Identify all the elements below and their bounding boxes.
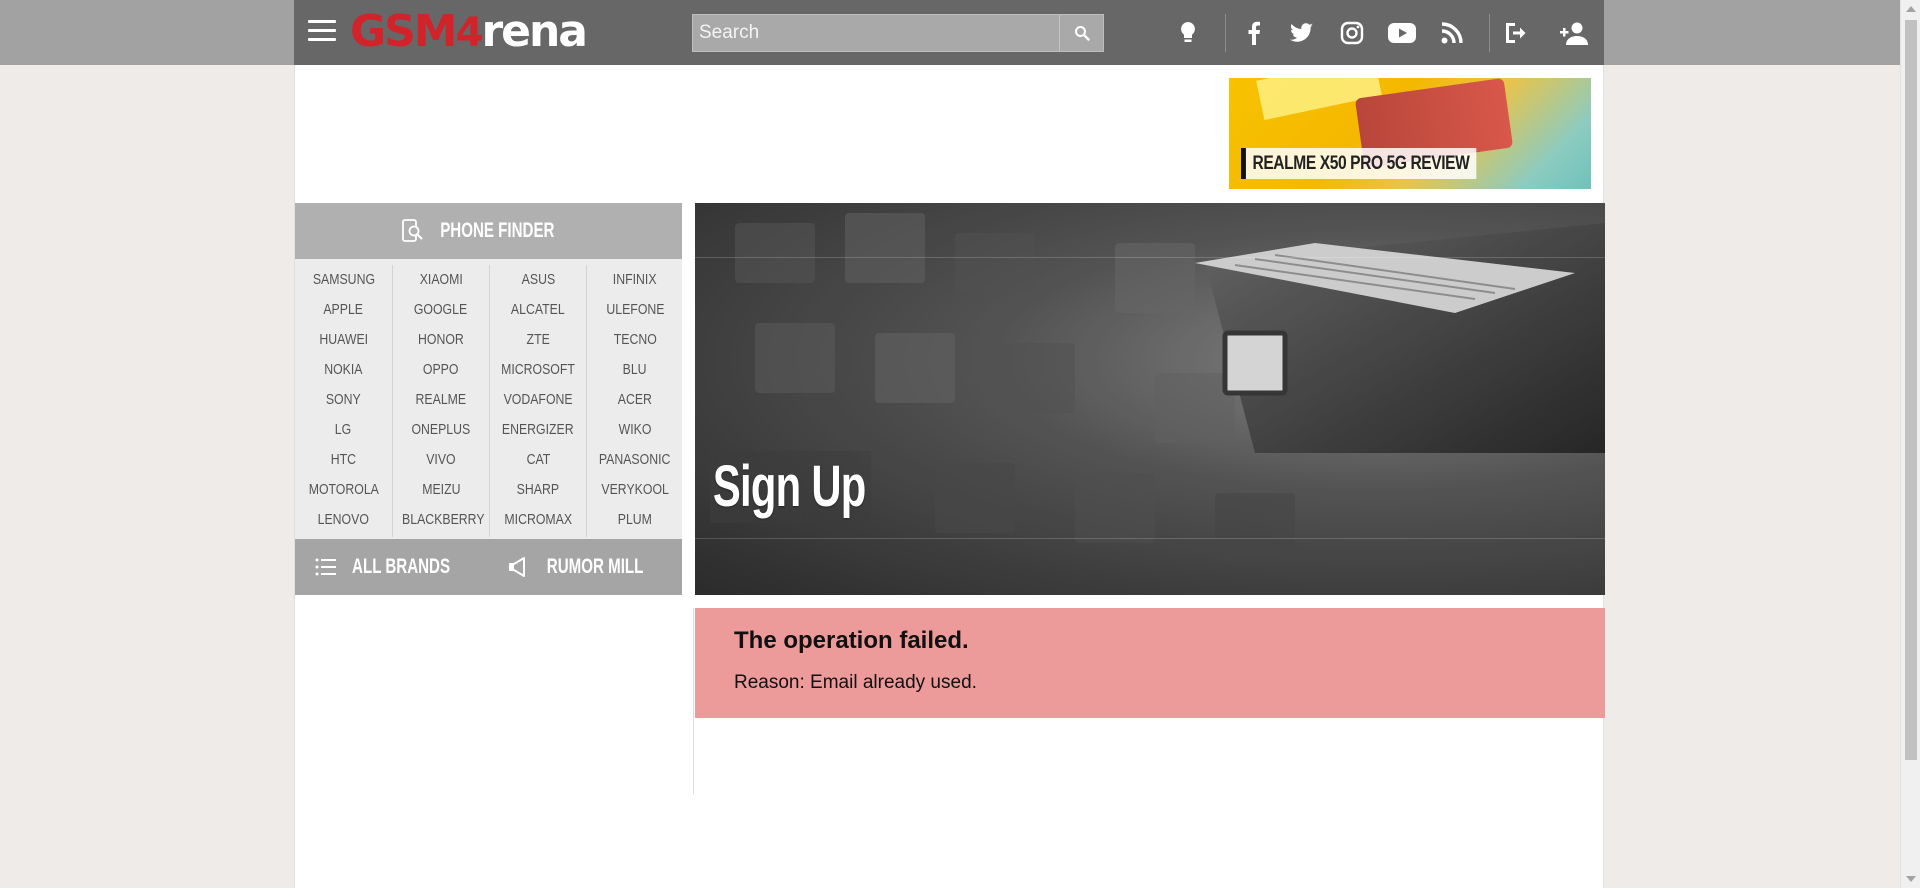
brand-link[interactable]: ONEPLUS <box>393 415 489 445</box>
site-header: GSM 4 rena <box>294 0 1604 65</box>
brand-column: INFINIX ULEFONE TECNO BLU ACER WIKO PANA… <box>586 265 683 537</box>
page-title: Sign Up <box>710 451 872 523</box>
brand-link[interactable]: BLACKBERRY <box>393 505 489 535</box>
brand-column: XIAOMI GOOGLE HONOR OPPO REALME ONEPLUS … <box>392 265 489 537</box>
brand-link[interactable]: ACER <box>587 385 683 415</box>
rss-icon[interactable] <box>1437 18 1467 48</box>
brand-link[interactable]: LG <box>295 415 392 445</box>
brand-link[interactable]: NOKIA <box>295 355 392 385</box>
card-catalog-image <box>695 203 1605 595</box>
hero-rule <box>695 257 1605 258</box>
brand-link[interactable]: SAMSUNG <box>295 265 392 295</box>
list-icon <box>315 558 336 576</box>
brand-link[interactable]: XIAOMI <box>393 265 489 295</box>
brand-link[interactable]: INFINIX <box>587 265 683 295</box>
rumor-mill-label: RUMOR MILL <box>546 555 644 578</box>
site-logo[interactable]: GSM 4 rena <box>350 6 588 57</box>
brand-column: ASUS ALCATEL ZTE MICROSOFT VODAFONE ENER… <box>489 265 586 537</box>
phone-finder-icon <box>402 219 423 242</box>
search-button[interactable] <box>1059 15 1103 51</box>
brand-link[interactable]: ULEFONE <box>587 295 683 325</box>
brand-link[interactable]: MICROMAX <box>490 505 586 535</box>
add-user-icon[interactable] <box>1554 18 1592 48</box>
brand-link[interactable]: VIVO <box>393 445 489 475</box>
brand-link[interactable]: APPLE <box>295 295 392 325</box>
brand-column: SAMSUNG APPLE HUAWEI NOKIA SONY LG HTC M… <box>295 265 392 537</box>
rumor-mill-button[interactable]: RUMOR MILL <box>489 539 683 595</box>
brand-link[interactable]: HTC <box>295 445 392 475</box>
login-icon[interactable] <box>1500 18 1530 48</box>
brand-link[interactable]: VERYKOOL <box>587 475 683 505</box>
search-box <box>692 14 1104 52</box>
ad-label: REALME X50 PRO 5G REVIEW <box>1241 148 1477 179</box>
brand-link[interactable]: ASUS <box>490 265 586 295</box>
sidebar: PHONE FINDER SAMSUNG APPLE HUAWEI NOKIA … <box>295 203 682 595</box>
brand-link[interactable]: MEIZU <box>393 475 489 505</box>
page-scrollbar[interactable] <box>1900 0 1920 888</box>
brand-link[interactable]: HONOR <box>393 325 489 355</box>
hero-banner: Sign Up <box>695 203 1605 595</box>
brand-link[interactable]: SONY <box>295 385 392 415</box>
instagram-icon[interactable] <box>1337 18 1367 48</box>
error-reason: Reason: Email already used. <box>734 672 977 693</box>
brand-link[interactable]: VODAFONE <box>490 385 586 415</box>
youtube-icon[interactable] <box>1387 18 1417 48</box>
scroll-down-icon[interactable] <box>1906 876 1916 882</box>
brand-link[interactable]: MICROSOFT <box>490 355 586 385</box>
hero-rule <box>695 538 1605 539</box>
brand-link[interactable]: TECNO <box>587 325 683 355</box>
brand-link[interactable]: WIKO <box>587 415 683 445</box>
brand-link[interactable]: PLUM <box>587 505 683 535</box>
brand-grid: SAMSUNG APPLE HUAWEI NOKIA SONY LG HTC M… <box>295 259 682 539</box>
logo-four: 4 <box>455 10 484 56</box>
scroll-thumb[interactable] <box>1905 20 1917 760</box>
brand-link[interactable]: LENOVO <box>295 505 392 535</box>
brand-link[interactable]: GOOGLE <box>393 295 489 325</box>
logo-gsm: GSM <box>350 6 458 57</box>
brand-link[interactable]: HUAWEI <box>295 325 392 355</box>
brand-link[interactable]: BLU <box>587 355 683 385</box>
facebook-icon[interactable] <box>1239 18 1269 48</box>
brand-link[interactable]: CAT <box>490 445 586 475</box>
content-divider <box>693 608 694 794</box>
megaphone-icon <box>509 557 526 577</box>
search-icon <box>1074 26 1090 41</box>
header-separator <box>1225 14 1226 52</box>
menu-icon[interactable] <box>308 20 336 44</box>
twitter-icon[interactable] <box>1287 18 1317 48</box>
brand-link[interactable]: PANASONIC <box>587 445 683 475</box>
phone-finder-button[interactable]: PHONE FINDER <box>295 203 682 259</box>
brand-link[interactable]: REALME <box>393 385 489 415</box>
error-title: The operation failed. <box>734 627 969 654</box>
sidebar-footer: ALL BRANDS RUMOR MILL <box>295 539 682 595</box>
search-input[interactable] <box>693 15 1059 51</box>
header-separator <box>1489 14 1490 52</box>
brand-link[interactable]: ALCATEL <box>490 295 586 325</box>
error-alert: The operation failed. Reason: Email alre… <box>695 608 1605 718</box>
brand-link[interactable]: ZTE <box>490 325 586 355</box>
all-brands-button[interactable]: ALL BRANDS <box>295 539 489 595</box>
scroll-up-icon[interactable] <box>1906 6 1916 12</box>
all-brands-label: ALL BRANDS <box>351 555 450 578</box>
phone-finder-label: PHONE FINDER <box>440 219 555 242</box>
brand-link[interactable]: SHARP <box>490 475 586 505</box>
brand-link[interactable]: OPPO <box>393 355 489 385</box>
brand-link[interactable]: MOTOROLA <box>295 475 392 505</box>
ad-banner[interactable]: REALME X50 PRO 5G REVIEW <box>1229 78 1591 189</box>
logo-arena: rena <box>481 6 588 57</box>
tip-icon[interactable] <box>1173 18 1203 48</box>
main-wrapper: REALME X50 PRO 5G REVIEW PHONE FINDER SA… <box>294 65 1605 888</box>
brand-link[interactable]: ENERGIZER <box>490 415 586 445</box>
